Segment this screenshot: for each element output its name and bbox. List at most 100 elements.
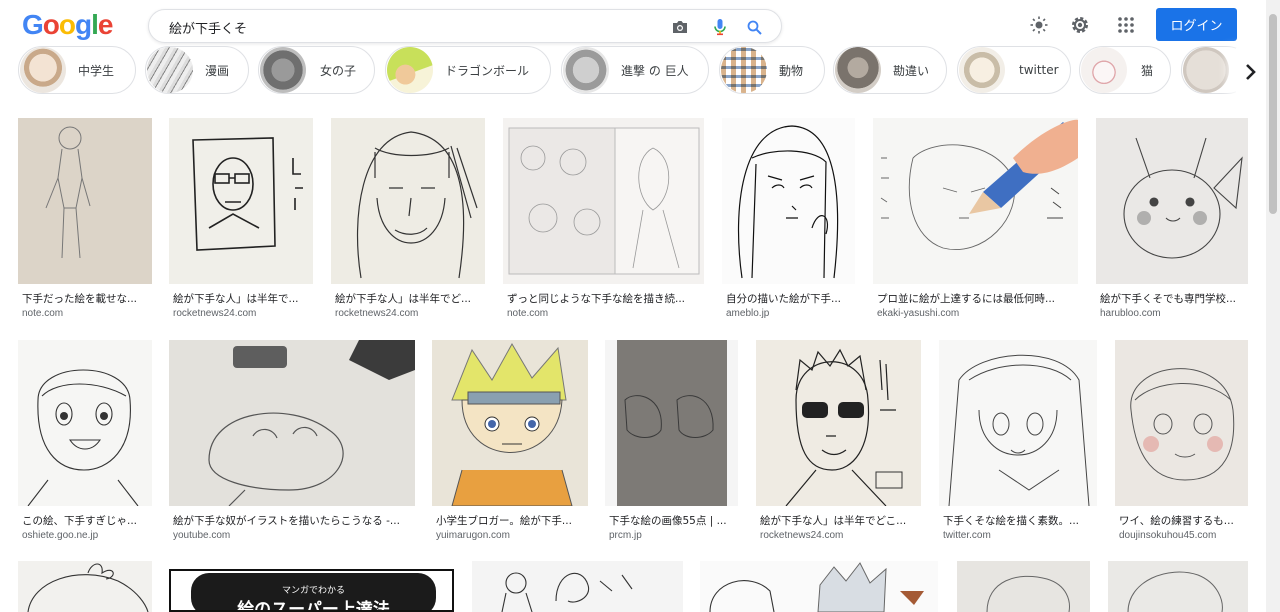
google-logo[interactable]: Google xyxy=(22,9,114,41)
search-icon[interactable] xyxy=(745,18,763,36)
chip-1[interactable]: 漫画 xyxy=(145,46,249,94)
result-title[interactable]: 絵が下手な奴がイラストを描いたらこうなる -... xyxy=(173,513,411,528)
settings-gear-icon[interactable] xyxy=(1069,14,1091,36)
result-image[interactable] xyxy=(472,561,683,612)
result-source: youtube.com xyxy=(173,530,231,541)
result-title[interactable]: ずっと同じような下手な絵を描き続... xyxy=(507,291,700,306)
search-box[interactable]: 絵が下手くそ xyxy=(148,9,782,43)
result-image[interactable] xyxy=(169,340,415,506)
login-button[interactable]: ログイン xyxy=(1156,8,1237,41)
chip-4[interactable]: 進撃 の 巨人 xyxy=(561,46,709,94)
chip-thumbnail xyxy=(20,47,66,93)
result-title[interactable]: プロ並に絵が上達するには最低何時... xyxy=(877,291,1074,306)
result-source: twitter.com xyxy=(943,530,991,541)
chip-3[interactable]: ドラゴンボール xyxy=(385,46,551,94)
result-image[interactable] xyxy=(756,340,921,506)
result-image[interactable] xyxy=(605,340,738,506)
chip-label: twitter xyxy=(1019,63,1059,77)
chip-label: 進撃 の 巨人 xyxy=(621,63,689,78)
chip-8[interactable]: 猫 xyxy=(1079,46,1171,94)
chip-0[interactable]: 中学生 xyxy=(18,46,136,94)
result-image[interactable]: マンガでわかる 絵のスーパー上達法 xyxy=(169,569,454,612)
chip-label: 中学生 xyxy=(78,63,115,78)
result-image[interactable] xyxy=(18,340,152,506)
result-title[interactable]: 絵が下手な人」は半年で... xyxy=(173,291,309,306)
page-scrollbar[interactable] xyxy=(1266,0,1280,612)
chip-label: 猫 xyxy=(1141,63,1154,78)
logo-letter: o xyxy=(58,9,76,40)
result-title[interactable]: 絵が下手な人」は半年でどこ... xyxy=(760,513,917,528)
result-image[interactable] xyxy=(1096,118,1248,284)
search-input[interactable]: 絵が下手くそ xyxy=(169,18,247,37)
result-image[interactable] xyxy=(957,561,1090,612)
result-source: rocketnews24.com xyxy=(760,530,844,541)
chip-thumbnail xyxy=(563,47,609,93)
chip-2[interactable]: 女の子 xyxy=(258,46,375,94)
result-title[interactable]: 下手な絵の画像55点 | ... xyxy=(609,513,734,528)
result-image[interactable] xyxy=(432,340,588,506)
chip-thumbnail xyxy=(1183,47,1229,93)
microphone-icon[interactable] xyxy=(711,18,729,36)
result-image[interactable] xyxy=(722,118,855,284)
header: Google 絵が下手くそ ログイン xyxy=(0,0,1266,50)
result-source: oshiete.goo.ne.jp xyxy=(22,530,99,541)
result-image[interactable] xyxy=(939,340,1097,506)
result-image[interactable] xyxy=(503,118,704,284)
chip-label: 勘違い xyxy=(893,63,930,78)
result-title[interactable]: 絵が下手な人」は半年でど... xyxy=(335,291,481,306)
manga-book-banner: マンガでわかる 絵のスーパー上達法 xyxy=(191,573,436,612)
chip-thumbnail xyxy=(147,47,193,93)
chip-5[interactable]: 動物 xyxy=(719,46,825,94)
result-title[interactable]: この絵、下手すぎじゃ... xyxy=(22,513,148,528)
chip-label: 漫画 xyxy=(205,63,230,78)
result-source: doujinsokuhou45.com xyxy=(1119,530,1217,541)
result-title[interactable]: ワイ、絵の練習するも... xyxy=(1119,513,1244,528)
chip-thumbnail xyxy=(1081,47,1127,93)
chips-next-button[interactable] xyxy=(1236,48,1266,96)
result-source: yuimarugon.com xyxy=(436,530,510,541)
result-source: ameblo.jp xyxy=(726,308,770,319)
chip-label: 動物 xyxy=(779,63,804,78)
result-source: note.com xyxy=(507,308,549,319)
result-source: rocketnews24.com xyxy=(335,308,419,319)
related-search-chips: 中学生 漫画 女の子 ドラゴンボール 進撃 の 巨人 動物 勘違い twitte… xyxy=(0,46,1266,96)
result-title[interactable]: 小学生ブロガー。絵が下手... xyxy=(436,513,584,528)
chip-label: 女の子 xyxy=(320,63,357,78)
result-image[interactable] xyxy=(18,561,152,612)
chevron-right-icon xyxy=(1246,64,1256,80)
result-image[interactable] xyxy=(700,561,938,612)
result-title[interactable]: 絵が下手くそでも専門学校... xyxy=(1100,291,1244,306)
logo-letter: G xyxy=(22,9,44,40)
result-image[interactable] xyxy=(1108,561,1248,612)
chip-label: ドラゴンボール xyxy=(445,63,530,78)
result-image[interactable] xyxy=(18,118,152,284)
chip-thumbnail xyxy=(835,47,881,93)
chip-7[interactable]: twitter xyxy=(957,46,1071,94)
result-source: prcm.jp xyxy=(609,530,642,541)
result-image[interactable] xyxy=(169,118,313,284)
logo-letter: e xyxy=(97,9,114,40)
scrollbar-thumb[interactable] xyxy=(1269,14,1277,214)
result-image[interactable] xyxy=(331,118,485,284)
chip-thumbnail xyxy=(959,47,1005,93)
camera-icon[interactable] xyxy=(671,18,689,36)
manga-book-line2: 絵のスーパー上達法 xyxy=(237,600,390,612)
result-title[interactable]: 自分の描いた絵が下手... xyxy=(726,291,851,306)
chip-thumbnail xyxy=(387,47,433,93)
result-title[interactable]: 下手だった絵を載せな... xyxy=(22,291,148,306)
result-image[interactable] xyxy=(1115,340,1248,506)
chip-thumbnail xyxy=(721,47,767,93)
result-title[interactable]: 下手くそな絵を描く素数。... xyxy=(943,513,1093,528)
apps-grid-icon[interactable] xyxy=(1115,14,1137,36)
brightness-icon[interactable] xyxy=(1028,14,1050,36)
logo-letter: o xyxy=(42,9,60,40)
result-image[interactable] xyxy=(873,118,1078,284)
logo-letter: g xyxy=(75,9,92,40)
result-source: harubloo.com xyxy=(1100,308,1161,319)
result-source: note.com xyxy=(22,308,64,319)
chip-thumbnail xyxy=(260,47,306,93)
result-source: ekaki-yasushi.com xyxy=(877,308,960,319)
logo-letter: l xyxy=(91,9,99,40)
result-source: rocketnews24.com xyxy=(173,308,257,319)
chip-6[interactable]: 勘違い xyxy=(833,46,947,94)
